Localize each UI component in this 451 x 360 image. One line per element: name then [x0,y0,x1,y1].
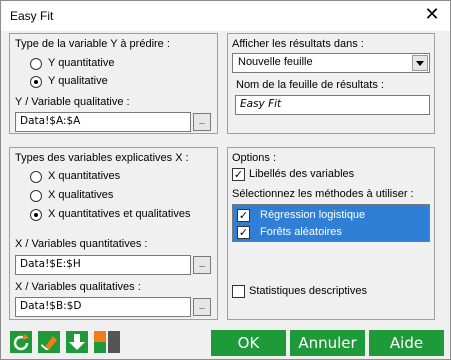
ok-button[interactable]: OK [211,330,286,356]
x-quant-label: X / Variables quantitatives : [15,238,148,250]
help-button[interactable]: Aide [369,330,444,356]
y-type-heading: Type de la variable Y à prédire : [15,38,170,50]
layout-button[interactable] [94,331,120,353]
radio-y-quantitative[interactable] [30,58,42,70]
x-qual-label: X / Variables qualitatives : [15,281,141,293]
clear-button[interactable] [38,331,60,353]
output-destination-value: Nouvelle feuille [238,56,313,68]
close-icon[interactable]: ✕ [422,6,442,26]
method-regression-label: Régression logistique [260,209,366,221]
libelles-label[interactable]: Libellés des variables [249,168,354,180]
radio-x-qualitative-label[interactable]: X qualitatives [48,189,113,201]
libelles-checkbox[interactable]: ✓ [232,168,245,181]
x-types-heading: Types des variables explicatives X : [15,152,189,164]
radio-x-qualitative[interactable] [30,190,42,202]
y-range-select-button[interactable]: _ [193,113,211,131]
x-qual-range-select-button[interactable]: _ [193,298,211,316]
y-variable-panel: Type de la variable Y à prédire : Y quan… [9,33,218,134]
x-quant-range-select-button[interactable]: _ [193,256,211,274]
stats-label[interactable]: Statistiques descriptives [249,285,367,297]
radio-x-quantitative[interactable] [30,171,42,183]
sheet-name-input[interactable]: Easy Fit [235,95,430,115]
methods-list[interactable]: ✓ Régression logistique ✓ Forêts aléatoi… [232,204,430,242]
easy-fit-dialog: Easy Fit ✕ Type de la variable Y à prédi… [0,0,451,360]
methods-label: Sélectionnez les méthodes à utiliser : [232,188,414,200]
options-heading: Options : [232,152,277,164]
radio-x-mixed-label[interactable]: X quantitatives et qualitatives [48,208,190,220]
eraser-icon [41,336,57,350]
sheet-name-label: Nom de la feuille de résultats : [236,79,384,91]
method-forest-label: Forêts aléatoires [260,226,342,238]
options-panel: Options : ✓ Libellés des variables Sélec… [227,147,435,320]
method-item-random-forest[interactable]: ✓ Forêts aléatoires [237,225,427,241]
output-panel: Afficher les résultats dans : Nouvelle f… [227,33,435,134]
stats-checkbox[interactable] [232,285,245,298]
x-qual-range-input[interactable]: Data!$B:$D [15,297,191,317]
radio-y-qualitative[interactable] [30,76,42,88]
chevron-down-icon[interactable] [412,55,428,71]
x-quant-range-input[interactable]: Data!$E:$H [15,255,191,275]
radio-y-quantitative-label[interactable]: Y quantitative [48,57,114,69]
window-title: Easy Fit [10,9,54,23]
output-heading: Afficher les résultats dans : [232,38,364,50]
x-variables-panel: Types des variables explicatives X : X q… [9,147,218,320]
method-forest-checkbox[interactable]: ✓ [237,226,250,239]
output-destination-select[interactable]: Nouvelle feuille [232,53,430,73]
radio-x-mixed[interactable] [30,209,42,221]
radio-y-qualitative-label[interactable]: Y qualitative [48,75,108,87]
layout-icon [94,331,120,353]
download-icon [69,334,85,350]
reset-button[interactable] [10,331,32,353]
y-field-label: Y / Variable qualitative : [15,96,130,108]
reset-icon [13,334,29,351]
load-button[interactable] [66,331,88,353]
radio-x-quantitative-label[interactable]: X quantitatives [48,170,120,182]
title-bar: Easy Fit ✕ [1,1,450,31]
method-regression-checkbox[interactable]: ✓ [237,209,250,222]
method-item-regression[interactable]: ✓ Régression logistique [237,208,427,224]
cancel-button[interactable]: Annuler [290,330,365,356]
y-range-input[interactable]: Data!$A:$A [15,112,191,132]
